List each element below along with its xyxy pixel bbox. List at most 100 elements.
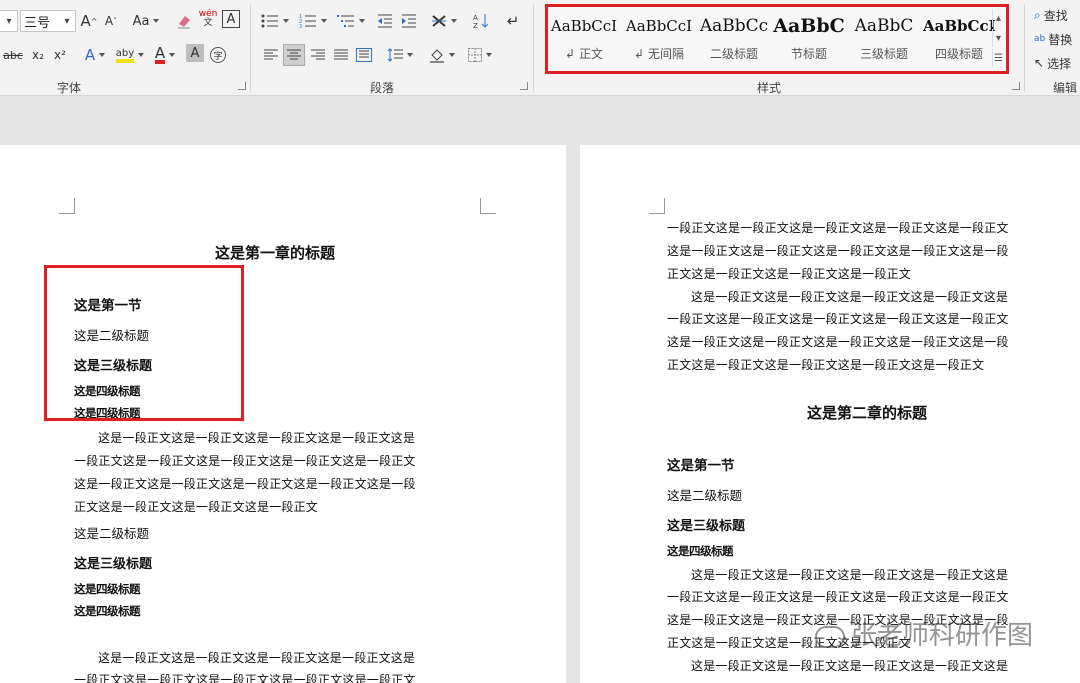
style-no-spacing[interactable]: AaBbCcI ↲ 无间隔: [623, 9, 695, 69]
watermark: 张老师科研作图: [815, 615, 1033, 652]
distributed-button[interactable]: [353, 44, 375, 66]
crop-mark: [649, 198, 665, 214]
gallery-scroll-down-icon[interactable]: ▾: [992, 29, 1004, 47]
multilevel-list-button[interactable]: [334, 10, 368, 32]
show-marks-button[interactable]: ↵: [502, 10, 524, 32]
annotation-highlight-box: [44, 265, 244, 421]
highlight-color-button[interactable]: aby: [114, 44, 146, 66]
body-text-line: 这是一段正文这是一段正文这是一段正文这是一段正文这是: [691, 568, 1009, 582]
style-name: 正文: [578, 47, 603, 61]
cursor-icon: ↖: [1034, 56, 1045, 70]
increase-indent-button[interactable]: [398, 10, 420, 32]
heading-3: 这是三级标题: [74, 557, 153, 572]
text-effects-button[interactable]: A: [80, 44, 110, 66]
font-size-combo[interactable]: 三号 ▾: [20, 10, 76, 32]
select-button[interactable]: ↖ 选择: [1034, 52, 1080, 74]
chevron-down-icon: ▾: [64, 15, 70, 27]
styles-group-label: 样式: [757, 81, 782, 95]
group-divider: [533, 4, 534, 92]
gallery-more-icon[interactable]: ☰: [992, 49, 1004, 67]
borders-button[interactable]: [464, 44, 496, 66]
superscript-button[interactable]: x²: [50, 44, 70, 66]
font-group-label: 字体: [57, 81, 82, 95]
style-heading-2[interactable]: AaBbCc 二级标题: [698, 9, 770, 69]
gallery-scroll-up-icon[interactable]: ▴: [992, 9, 1004, 27]
align-right-button[interactable]: [307, 44, 329, 66]
body-text-line: 一段正文这是一段正文这是一段正文这是一段正文这是一段正文: [667, 221, 1009, 235]
grow-font-button[interactable]: A ^: [80, 10, 98, 32]
body-text-line: 一段正文这是一段正文这是一段正文这是一段正文这是一段正文: [74, 673, 416, 683]
svg-text:A: A: [473, 14, 478, 22]
ribbon: ▾ 三号 ▾ A ^ Aˇ Aa wén 文 A abc x₂ x² A aby A…: [0, 0, 1080, 96]
style-heading-4[interactable]: AaBbCcI 四级标题: [923, 9, 995, 69]
style-name: 无间隔: [647, 47, 684, 61]
svg-text:3: 3: [299, 24, 302, 28]
body-text-line: 正文这是一段正文这是一段正文这是一段正文: [667, 267, 912, 281]
chat-bubble-icon: [815, 625, 845, 648]
align-left-button[interactable]: [260, 44, 282, 66]
find-button[interactable]: ⌕ 查找: [1034, 4, 1080, 26]
style-name: 节标题: [790, 47, 827, 61]
chapter-title: 这是第一章的标题: [215, 244, 336, 262]
body-text-line: 这是一段正文这是一段正文这是一段正文这是一段正文这是: [98, 431, 416, 445]
group-divider: [250, 4, 251, 92]
font-name-combo[interactable]: ▾: [0, 10, 18, 32]
bullets-button[interactable]: [258, 10, 292, 32]
body-text-line: 这是一段正文这是一段正文这是一段正文这是一段正文这是一段: [667, 244, 1009, 258]
group-divider: [1024, 4, 1025, 92]
style-heading-3[interactable]: AaBbC 三级标题: [848, 9, 920, 69]
sort-button[interactable]: AZ: [470, 10, 492, 32]
character-border-button[interactable]: A: [222, 10, 240, 28]
section-heading: 这是第一节: [667, 458, 735, 474]
decrease-indent-button[interactable]: [374, 10, 396, 32]
editing-group-label: 编辑: [1053, 81, 1078, 95]
heading-2: 这是二级标题: [74, 526, 150, 541]
body-text-line: 一段正文这是一段正文这是一段正文这是一段正文这是一段正文: [667, 312, 1009, 326]
svg-text:Z: Z: [473, 22, 478, 29]
style-name: 四级标题: [934, 47, 983, 61]
change-case-button[interactable]: Aa: [130, 10, 162, 32]
styles-dialog-launcher-icon[interactable]: [1012, 82, 1020, 90]
paragraph-dialog-launcher-icon[interactable]: [520, 82, 528, 90]
heading-3: 这是三级标题: [667, 519, 746, 534]
shrink-font-button[interactable]: Aˇ: [102, 10, 120, 32]
shading-button[interactable]: [426, 44, 458, 66]
enclose-characters-button[interactable]: 字: [208, 44, 228, 66]
body-text-line: 一段正文这是一段正文这是一段正文这是一段正文这是一段正文: [667, 590, 1009, 604]
numbering-button[interactable]: 123: [296, 10, 330, 32]
body-text-line: 正文这是一段正文这是一段正文这是一段正文: [74, 500, 319, 514]
phonetic-guide-button[interactable]: wén 文: [198, 8, 218, 30]
heading-4: 这是四级标题: [667, 544, 734, 558]
heading-4: 这是四级标题: [74, 604, 141, 618]
replace-button[interactable]: ab 替换: [1034, 28, 1080, 50]
heading-2: 这是二级标题: [667, 488, 743, 503]
font-color-button[interactable]: A: [150, 44, 180, 66]
body-text-line: 这是一段正文这是一段正文这是一段正文这是一段正文这是: [691, 290, 1009, 304]
crop-mark: [59, 198, 75, 214]
replace-icon: ab: [1034, 34, 1046, 44]
crop-mark: [480, 198, 496, 214]
justify-button[interactable]: [330, 44, 352, 66]
align-center-button[interactable]: [283, 44, 305, 66]
body-text-line: 这是一段正文这是一段正文这是一段正文这是一段正文这是一段: [74, 477, 416, 491]
font-size-value: 三号: [24, 15, 51, 31]
style-normal[interactable]: AaBbCcI ↲ 正文: [548, 9, 620, 69]
subscript-button[interactable]: x₂: [28, 44, 48, 66]
heading-4: 这是四级标题: [74, 582, 141, 596]
chinese-layout-button[interactable]: [428, 10, 460, 32]
body-text-line: 这是一段正文这是一段正文这是一段正文这是一段正文这是: [691, 659, 1009, 673]
style-name: 三级标题: [859, 47, 908, 61]
chevron-down-icon: ▾: [6, 15, 12, 27]
character-shading-button[interactable]: A: [186, 44, 204, 62]
clear-format-icon[interactable]: [174, 10, 194, 32]
strikethrough-button[interactable]: abc: [2, 44, 24, 66]
font-dialog-launcher-icon[interactable]: [238, 82, 246, 90]
line-spacing-button[interactable]: [384, 44, 416, 66]
body-text-line: 这是一段正文这是一段正文这是一段正文这是一段正文这是: [98, 651, 416, 665]
style-name: 二级标题: [709, 47, 758, 61]
search-icon: ⌕: [1034, 7, 1041, 22]
style-section-heading[interactable]: AaBbC 节标题: [773, 9, 845, 69]
styles-gallery: AaBbCcI ↲ 正文 AaBbCcI ↲ 无间隔 AaBbCc 二级标题 A…: [545, 4, 1009, 74]
chapter-title: 这是第二章的标题: [807, 404, 928, 422]
body-text-line: 正文这是一段正文这是一段正文这是一段正文这是一段正文: [667, 358, 985, 372]
